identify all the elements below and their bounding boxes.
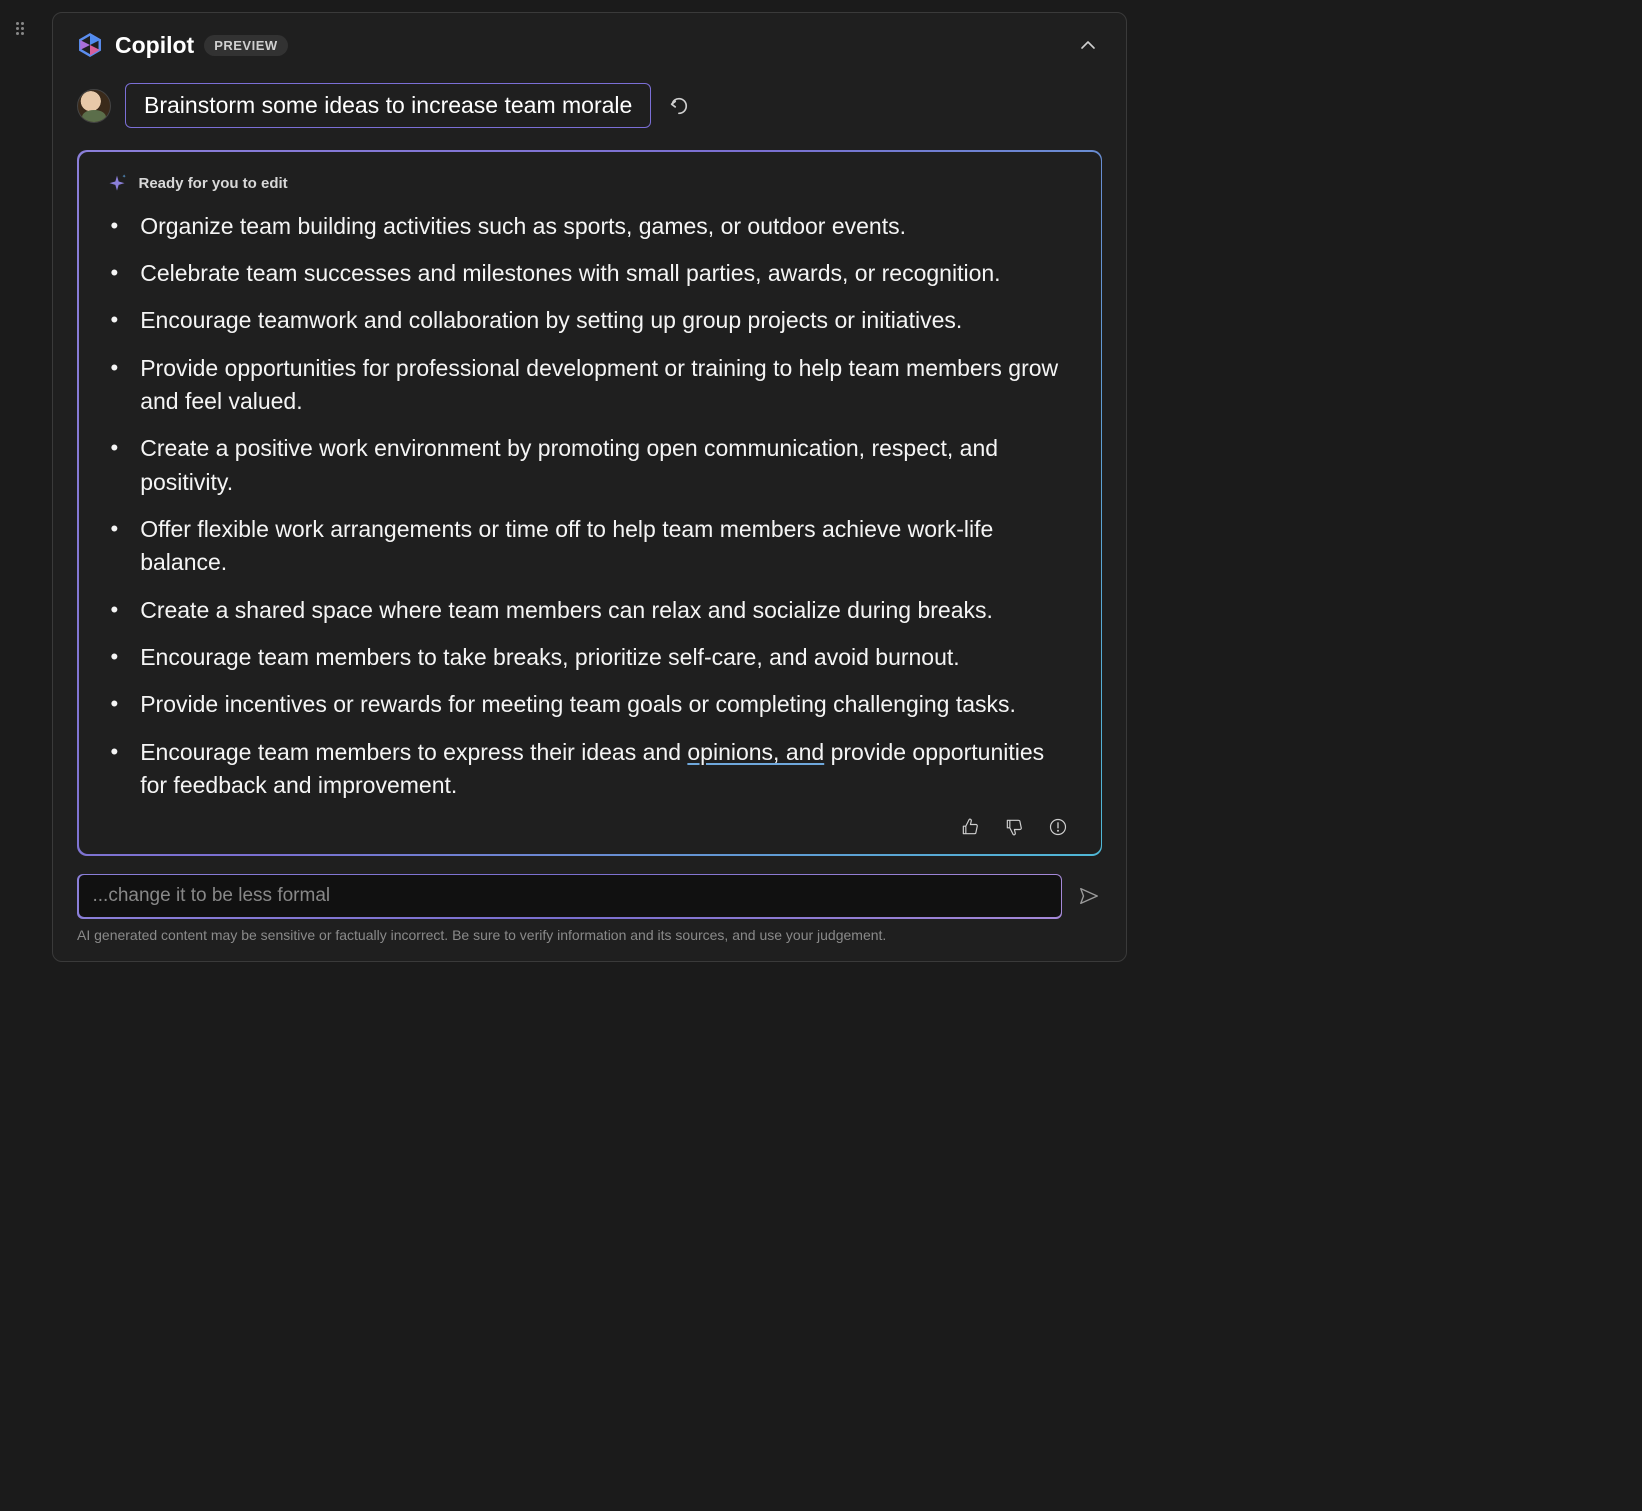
list-item[interactable]: Create a positive work environment by pr… [107,432,1073,499]
user-avatar [77,89,111,123]
list-item[interactable]: Organize team building activities such a… [107,210,1073,243]
chevron-up-icon [1079,36,1097,54]
sparkle-icon [107,174,127,194]
send-button[interactable] [1076,883,1102,909]
undo-icon [667,95,689,117]
followup-row [77,874,1102,919]
send-icon [1078,885,1100,907]
panel-header: Copilot PREVIEW [53,13,1126,73]
undo-button[interactable] [665,93,691,119]
collapse-button[interactable] [1074,31,1102,59]
list-item[interactable]: Offer flexible work arrangements or time… [107,513,1073,580]
list-item[interactable]: Celebrate team successes and milestones … [107,257,1073,290]
list-item[interactable]: Provide incentives or rewards for meetin… [107,688,1073,721]
feedback-row [107,816,1073,838]
thumbs-up-button[interactable] [959,816,981,838]
ideas-list[interactable]: Organize team building activities such a… [107,210,1073,803]
list-item[interactable]: Encourage teamwork and collaboration by … [107,304,1073,337]
report-icon [1048,817,1068,837]
panel-title: Copilot [115,32,194,59]
preview-badge: PREVIEW [204,35,287,56]
disclaimer-text: AI generated content may be sensitive or… [77,927,1102,943]
thumbs-down-icon [1004,817,1024,837]
response-card: Ready for you to edit Organize team buil… [77,150,1102,856]
response-status-row: Ready for you to edit [107,174,1073,194]
copilot-panel: Copilot PREVIEW Brainstorm some ideas to… [52,12,1127,962]
copilot-logo-icon [77,32,103,58]
thumbs-up-icon [960,817,980,837]
prompt-row: Brainstorm some ideas to increase team m… [53,73,1126,150]
report-button[interactable] [1047,816,1069,838]
response-status-text: Ready for you to edit [139,175,288,192]
grammar-underline[interactable]: opinions, and [687,739,824,765]
user-prompt-pill[interactable]: Brainstorm some ideas to increase team m… [125,83,651,128]
drag-handle-icon[interactable] [16,22,30,36]
followup-input[interactable] [79,875,1061,917]
list-item[interactable]: Encourage team members to take breaks, p… [107,641,1073,674]
list-item[interactable]: Create a shared space where team members… [107,594,1073,627]
thumbs-down-button[interactable] [1003,816,1025,838]
list-item[interactable]: Encourage team members to express their … [107,736,1073,803]
list-item[interactable]: Provide opportunities for professional d… [107,352,1073,419]
